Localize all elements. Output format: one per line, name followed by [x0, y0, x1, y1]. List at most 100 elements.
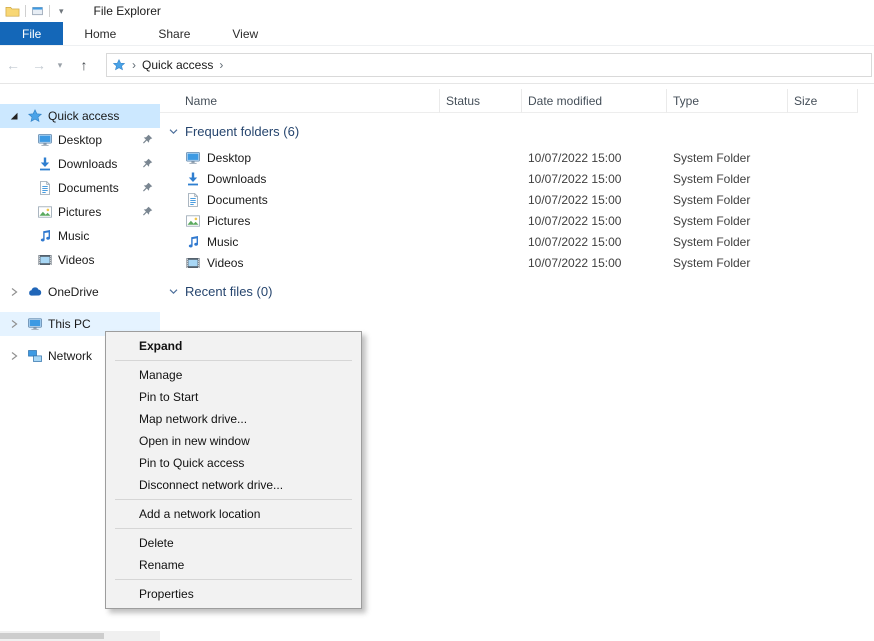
context-menu: Expand ManagePin to StartMap network driv… [105, 331, 362, 609]
sidebar-hscrollbar[interactable] [0, 631, 160, 641]
section-label: Recent files (0) [185, 284, 272, 299]
collapse-chevron-icon [168, 126, 179, 137]
breadcrumb-chevron-icon[interactable]: › [216, 58, 226, 72]
menu-separator [115, 579, 352, 580]
back-button[interactable]: ← [0, 57, 26, 73]
file-row-videos[interactable]: Videos10/07/2022 15:00System Folder [160, 252, 874, 273]
chevron-collapsed-icon[interactable] [9, 351, 19, 361]
file-date-cell: 10/07/2022 15:00 [522, 210, 667, 231]
sidebar-item-label: Network [48, 349, 92, 363]
address-bar[interactable]: › Quick access › [106, 53, 872, 77]
context-menu-item-delete[interactable]: Delete [106, 532, 361, 554]
file-name-label: Desktop [207, 151, 251, 165]
forward-button[interactable]: → [26, 57, 52, 73]
titlebar-separator [49, 5, 50, 17]
sidebar-item-desktop[interactable]: Desktop [0, 128, 160, 152]
ribbon-tab-home[interactable]: Home [63, 22, 137, 45]
onedrive-icon [27, 284, 43, 300]
context-menu-item-rename[interactable]: Rename [106, 554, 361, 576]
menu-separator [115, 528, 352, 529]
column-header-type[interactable]: Type [667, 89, 788, 113]
file-row-desktop[interactable]: Desktop 10/07/2022 15:00System Folder [160, 147, 874, 168]
menu-separator [115, 360, 352, 361]
sidebar-item-label: Music [58, 229, 89, 243]
file-date-cell: 10/07/2022 15:00 [522, 252, 667, 273]
file-type-cell: System Folder [667, 231, 788, 252]
history-dropdown-icon[interactable]: ▾ [52, 60, 68, 71]
sidebar-item-label: Documents [58, 181, 119, 195]
context-menu-item-map-network-drive[interactable]: Map network drive... [106, 408, 361, 430]
context-menu-item-disconnect-network-drive[interactable]: Disconnect network drive... [106, 474, 361, 496]
context-menu-item-open-in-new-window[interactable]: Open in new window [106, 430, 361, 452]
file-status-cell [440, 189, 522, 210]
chevron-collapsed-icon[interactable] [9, 319, 19, 329]
sidebar-item-label: Pictures [58, 205, 101, 219]
ribbon-tab-view[interactable]: View [211, 22, 279, 45]
file-name-cell: Documents [160, 189, 440, 210]
file-type-cell: System Folder [667, 168, 788, 189]
section-label: Frequent folders (6) [185, 124, 299, 139]
file-name-cell: Music [160, 231, 440, 252]
file-size-cell [788, 189, 858, 210]
sidebar-item-label: Desktop [58, 133, 102, 147]
file-size-cell [788, 168, 858, 189]
ribbon-tabs: FileHomeShareView [0, 22, 874, 46]
file-size-cell [788, 252, 858, 273]
sidebar-item-videos[interactable]: Videos [0, 248, 160, 272]
context-menu-item-pin-to-quick-access[interactable]: Pin to Quick access [106, 452, 361, 474]
pin-icon [142, 158, 153, 169]
file-row-downloads[interactable]: Downloads10/07/2022 15:00System Folder [160, 168, 874, 189]
section-frequent-folders[interactable]: Frequent folders (6) [168, 121, 874, 141]
file-size-cell [788, 210, 858, 231]
sidebar-item-quick-access[interactable]: Quick access [0, 104, 160, 128]
file-size-cell [788, 147, 858, 168]
music-icon [185, 234, 201, 250]
quick-access-toolbar-icon[interactable] [31, 5, 44, 18]
pictures-icon [185, 213, 201, 229]
sidebar-item-label: OneDrive [48, 285, 99, 299]
file-status-cell [440, 252, 522, 273]
desktop-icon [185, 150, 201, 166]
sidebar-item-music[interactable]: Music [0, 224, 160, 248]
collapse-chevron-icon [168, 286, 179, 297]
column-header-name[interactable]: Name [160, 89, 440, 113]
breadcrumb-chevron-icon[interactable]: › [129, 58, 139, 72]
file-row-music[interactable]: Music10/07/2022 15:00System Folder [160, 231, 874, 252]
breadcrumb-item[interactable]: Quick access [142, 58, 213, 72]
music-icon [37, 228, 53, 244]
chevron-collapsed-icon[interactable] [9, 287, 19, 297]
file-type-cell: System Folder [667, 210, 788, 231]
context-menu-item-manage[interactable]: Manage [106, 364, 361, 386]
file-status-cell [440, 231, 522, 252]
chevron-expanded-icon[interactable] [9, 111, 19, 121]
file-row-pictures[interactable]: Pictures 10/07/2022 15:00System Folder [160, 210, 874, 231]
qat-dropdown-icon[interactable]: ▾ [59, 6, 64, 17]
file-row-documents[interactable]: Documents10/07/2022 15:00System Folder [160, 189, 874, 210]
section-recent-files[interactable]: Recent files (0) [168, 281, 874, 301]
file-type-cell: System Folder [667, 147, 788, 168]
column-header-size[interactable]: Size [788, 89, 858, 113]
videos-icon [37, 252, 53, 268]
ribbon-tab-share[interactable]: Share [137, 22, 211, 45]
column-header-date-modified[interactable]: Date modified [522, 89, 667, 113]
file-type-cell: System Folder [667, 252, 788, 273]
file-size-cell [788, 231, 858, 252]
sidebar-item-downloads[interactable]: Downloads [0, 152, 160, 176]
context-menu-item-properties[interactable]: Properties [106, 583, 361, 605]
file-name-cell: Pictures [160, 210, 440, 231]
title-bar: ▾ File Explorer [0, 0, 874, 22]
documents-icon [37, 180, 53, 196]
context-menu-item-add-a-network-location[interactable]: Add a network location [106, 503, 361, 525]
context-menu-item-expand[interactable]: Expand [106, 335, 361, 357]
sidebar-item-pictures[interactable]: Pictures [0, 200, 160, 224]
up-button[interactable]: ↑ [68, 57, 100, 73]
file-name-label: Downloads [207, 172, 266, 186]
file-date-cell: 10/07/2022 15:00 [522, 147, 667, 168]
sidebar-item-onedrive[interactable]: OneDrive [0, 280, 160, 304]
sidebar-item-documents[interactable]: Documents [0, 176, 160, 200]
sidebar-hscrollbar-thumb[interactable] [0, 633, 104, 639]
navigation-bar: ← → ▾ ↑ › Quick access › [0, 47, 874, 84]
context-menu-item-pin-to-start[interactable]: Pin to Start [106, 386, 361, 408]
column-header-status[interactable]: Status [440, 89, 522, 113]
ribbon-tab-file[interactable]: File [0, 22, 63, 45]
